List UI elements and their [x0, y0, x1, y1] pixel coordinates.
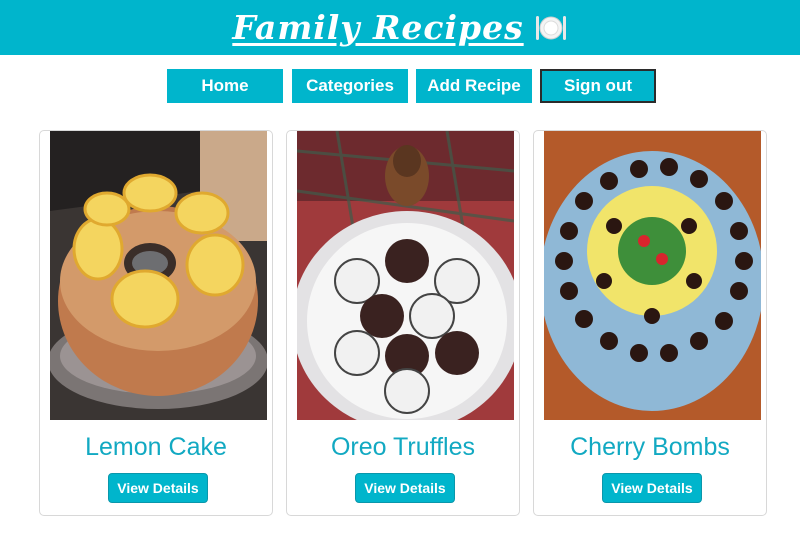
oreo-truffles-photo[interactable] — [297, 131, 514, 420]
nav-home-button[interactable]: Home — [167, 69, 283, 103]
nav-sign-out-button[interactable]: Sign out — [540, 69, 656, 103]
view-details-button[interactable]: View Details — [602, 473, 702, 503]
view-details-button[interactable]: View Details — [355, 473, 455, 503]
recipe-card: Oreo Truffles View Details — [286, 130, 520, 516]
view-details-button[interactable]: View Details — [108, 473, 208, 503]
lemon-cake-photo[interactable] — [50, 131, 267, 420]
recipe-title: Cherry Bombs — [570, 433, 730, 461]
recipe-card: Cherry Bombs View Details — [533, 130, 767, 516]
nav-add-recipe-button[interactable]: Add Recipe — [416, 69, 532, 103]
site-brand[interactable]: Family Recipes — [232, 8, 567, 47]
site-header: Family Recipes — [0, 0, 800, 55]
site-title: Family Recipes — [232, 8, 524, 47]
cherry-bombs-photo[interactable] — [544, 131, 761, 420]
recipe-title: Oreo Truffles — [330, 433, 476, 461]
recipe-title: Lemon Cake — [85, 433, 227, 461]
nav-categories-button[interactable]: Categories — [292, 69, 408, 103]
recipe-card: Lemon Cake View Details — [39, 130, 273, 516]
plate-cutlery-icon — [535, 15, 566, 40]
main-nav: Home Categories Add Recipe Sign out — [0, 69, 800, 105]
